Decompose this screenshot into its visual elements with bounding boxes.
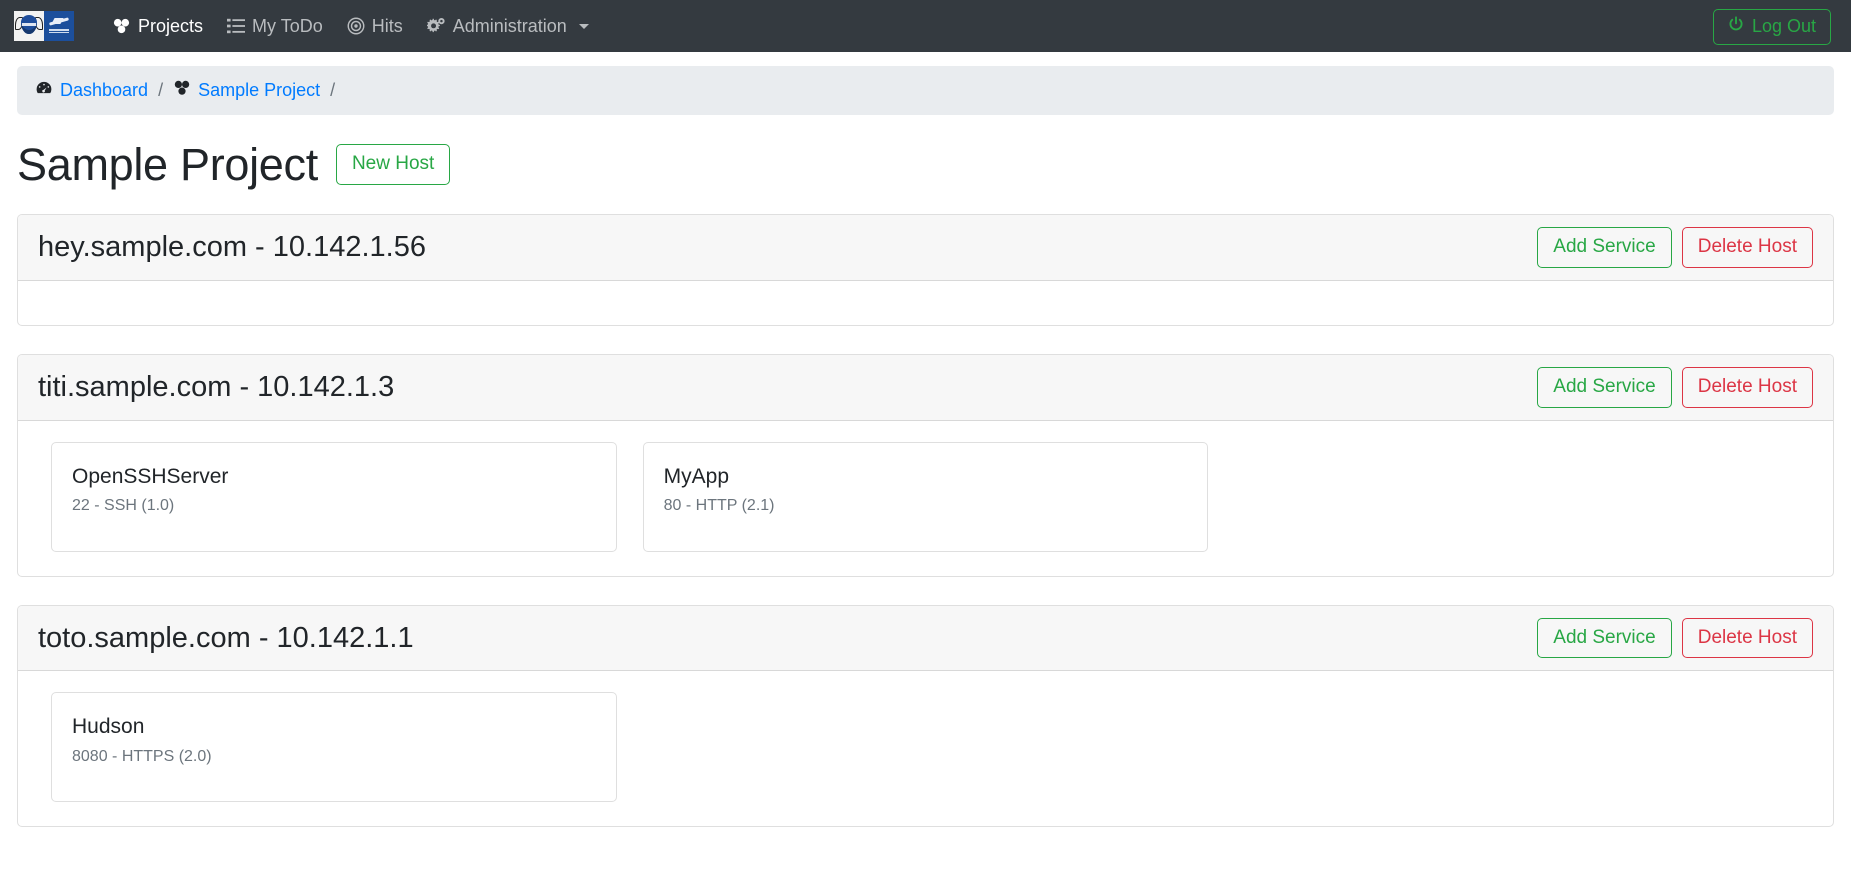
list-icon <box>227 17 246 35</box>
nav-item-projects[interactable]: Projects <box>100 11 215 42</box>
host-card-body <box>18 281 1833 325</box>
delete-host-button[interactable]: Delete Host <box>1681 617 1813 659</box>
service-detail: 22 - SSH (1.0) <box>72 496 175 514</box>
nav-item-projects-label: Projects <box>138 16 204 36</box>
service-column: Hudson 8080 - HTTPS (2.0) <box>38 692 630 803</box>
page-title: Sample Project <box>17 139 318 190</box>
host-list: hey.sample.com - 10.142.1.56 Add Service D… <box>17 214 1834 828</box>
nav-items: Projects My ToDo Hits Administration <box>100 11 601 42</box>
delete-host-button[interactable]: Delete Host <box>1681 227 1813 268</box>
cubes-icon <box>112 17 131 36</box>
host-actions: Add Service Delete Host <box>1537 617 1813 659</box>
host-name: titi.sample.com - 10.142.1.3 <box>38 370 395 403</box>
service-card[interactable]: OpenSSHServer 22 - SSH (1.0) <box>51 441 617 552</box>
host-card-body: OpenSSHServer 22 - SSH (1.0) MyApp 80 - HTT… <box>18 421 1833 576</box>
host-card-header: titi.sample.com - 10.142.1.3 Add Service D… <box>18 354 1833 421</box>
breadcrumb-item-dashboard-label: Dashboard <box>60 80 149 100</box>
host-name: toto.sample.com - 10.142.1.1 <box>38 621 414 654</box>
service-detail: 8080 - HTTPS (2.0) <box>72 747 212 765</box>
add-service-button[interactable]: Add Service <box>1537 366 1672 408</box>
service-detail: 80 - HTTP (2.1) <box>663 496 775 514</box>
host-actions: Add Service Delete Host <box>1537 366 1813 408</box>
service-title: MyApp <box>663 464 730 488</box>
nav-item-hits[interactable]: Hits <box>335 11 415 41</box>
cubes-icon <box>173 79 191 102</box>
breadcrumb: Dashboard / Sample Project / <box>17 66 1834 115</box>
host-card: titi.sample.com - 10.142.1.3 Add Service D… <box>17 353 1834 577</box>
host-card: toto.sample.com - 10.142.1.1 Add Service D… <box>17 604 1834 828</box>
service-card[interactable]: MyApp 80 - HTTP (2.1) <box>642 441 1209 552</box>
host-name: hey.sample.com - 10.142.1.56 <box>38 231 426 263</box>
nav-item-my-todo-label: My ToDo <box>252 16 323 36</box>
breadcrumb-item-sample-project-label: Sample Project <box>198 80 321 100</box>
service-title: OpenSSHServer <box>72 464 229 488</box>
brand-logo[interactable] <box>12 11 74 41</box>
host-actions: Add Service Delete Host <box>1537 227 1813 268</box>
breadcrumb-item-dashboard[interactable]: Dashboard <box>35 79 148 102</box>
top-navbar: Projects My ToDo Hits Administration Log… <box>0 0 1851 52</box>
page-title-row: Sample Project New Host <box>17 142 1834 187</box>
host-card-header: hey.sample.com - 10.142.1.56 Add Service D… <box>18 215 1833 281</box>
logout-button[interactable]: Log Out <box>1712 9 1831 45</box>
nav-item-hits-label: Hits <box>371 16 403 36</box>
delete-host-button[interactable]: Delete Host <box>1681 366 1813 408</box>
host-card-header: toto.sample.com - 10.142.1.1 Add Service D… <box>18 605 1833 672</box>
host-card-body: Hudson 8080 - HTTPS (2.0) <box>18 671 1833 826</box>
new-host-button[interactable]: New Host <box>335 144 451 185</box>
jet-emblem-logo-icon <box>44 11 74 41</box>
add-service-button[interactable]: Add Service <box>1537 227 1672 268</box>
nav-item-administration-label: Administration <box>452 16 567 36</box>
host-card: hey.sample.com - 10.142.1.56 Add Service D… <box>17 214 1834 326</box>
breadcrumb-separator-trailing: / <box>330 80 336 100</box>
chevron-down-icon <box>578 23 589 29</box>
service-title: Hudson <box>72 715 145 739</box>
owl-shield-logo-icon <box>14 11 44 41</box>
tachometer-icon <box>35 79 53 102</box>
nav-item-my-todo[interactable]: My ToDo <box>215 11 335 41</box>
nav-item-administration[interactable]: Administration <box>415 11 601 42</box>
service-column: OpenSSHServer 22 - SSH (1.0) <box>38 441 630 552</box>
add-service-button[interactable]: Add Service <box>1537 617 1672 659</box>
breadcrumb-item-sample-project[interactable]: Sample Project <box>173 79 320 102</box>
breadcrumb-separator: / <box>158 80 164 100</box>
cogs-icon <box>426 17 446 36</box>
bullseye-icon <box>347 17 365 35</box>
main-content: Sample Project New Host hey.sample.com -… <box>0 142 1851 828</box>
service-card[interactable]: Hudson 8080 - HTTPS (2.0) <box>51 692 617 803</box>
service-column: MyApp 80 - HTTP (2.1) <box>630 441 1222 552</box>
logout-button-label: Log Out <box>1751 16 1816 36</box>
power-off-icon <box>1728 16 1744 38</box>
